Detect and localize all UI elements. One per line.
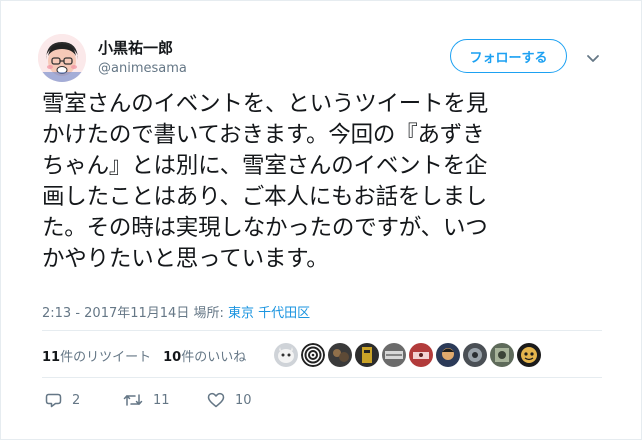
liker-avatar-7[interactable]	[436, 343, 460, 367]
user-avatar-icon	[38, 34, 86, 82]
liker-avatar-6[interactable]	[409, 343, 433, 367]
liker-avatar-10[interactable]	[517, 343, 541, 367]
reply-icon	[45, 393, 62, 408]
user-handle[interactable]: @animesama	[98, 61, 187, 76]
heart-icon	[207, 392, 225, 408]
liker-avatar-8[interactable]	[463, 343, 487, 367]
retweet-icon	[123, 394, 143, 406]
liker-avatar-2[interactable]	[301, 343, 325, 367]
liker-avatar-1[interactable]	[274, 343, 298, 367]
tweet-actions: 2 11 10	[45, 392, 252, 408]
liker-avatar-9[interactable]	[490, 343, 514, 367]
reply-button[interactable]: 2	[45, 392, 123, 408]
liker-avatar-5[interactable]	[382, 343, 406, 367]
retweet-count: 11	[153, 392, 170, 408]
retweet-button[interactable]: 11	[123, 392, 207, 408]
like-count: 10	[235, 392, 252, 408]
liker-avatar-4[interactable]	[355, 343, 379, 367]
likes-stat-label: 件のいいね	[181, 350, 247, 365]
liker-avatars	[274, 343, 541, 367]
likes-stat-count: 10	[163, 350, 182, 365]
likes-stat[interactable]: 10件のいいね	[163, 346, 246, 365]
retweets-stat-label: 件のリツイート	[60, 350, 152, 365]
like-button[interactable]: 10	[207, 392, 252, 408]
divider-bottom	[42, 377, 602, 378]
tweet-stats: 11件のリツイート 10件のいいね	[42, 346, 246, 365]
retweets-stat-count: 11	[42, 350, 61, 365]
user-display-name[interactable]: 小黒祐一郎	[98, 37, 173, 58]
follow-button[interactable]: フォローする	[450, 39, 567, 73]
tweet-metadata: 2:13 - 2017年11月14日 場所: 東京 千代田区	[42, 302, 310, 321]
tweet-timestamp[interactable]: 2:13 - 2017年11月14日	[42, 306, 189, 321]
user-avatar[interactable]	[38, 34, 86, 82]
tweet-text: 雪室さんのイベントを、というツイートを見 かけたので書いておきます。今回の『あず…	[42, 91, 489, 272]
location-link[interactable]: 東京 千代田区	[228, 306, 310, 321]
more-options-chevron-icon[interactable]	[586, 49, 600, 62]
retweets-stat[interactable]: 11件のリツイート	[42, 346, 151, 365]
divider-top	[42, 330, 602, 331]
reply-count: 2	[72, 392, 81, 408]
location-prefix: 場所:	[193, 306, 224, 321]
tweet-card: 小黒祐一郎 @animesama フォローする 雪室さんのイベントを、というツイ…	[0, 0, 642, 440]
liker-avatar-3[interactable]	[328, 343, 352, 367]
